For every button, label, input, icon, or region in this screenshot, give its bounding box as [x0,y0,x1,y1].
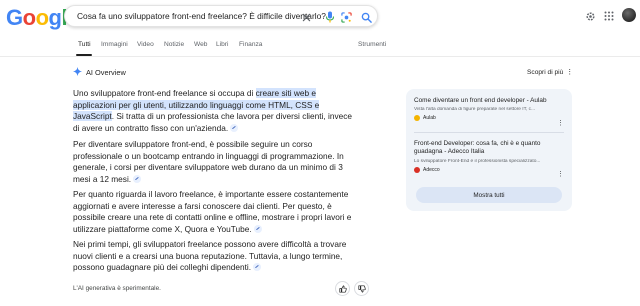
logo-letter: o [22,5,36,30]
search-input[interactable]: Cosa fa uno sviluppatore front-end freel… [77,11,326,21]
source-site: Adecco [414,166,564,173]
header: Google Cosa fa uno sviluppatore front-en… [0,0,640,36]
tab-web[interactable]: Web [194,41,207,48]
source-title[interactable]: Front-end Developer: cosa fa, chi è e qu… [414,140,564,157]
source-description: Vista l'alta domanda di figure preparate… [414,107,536,113]
overview-paragraph-2: Per diventare sviluppatore front-end, è … [73,139,358,185]
source-description: Lo sviluppatore Front-End è il professio… [414,158,541,164]
sparkle-icon [73,63,82,81]
paragraph-text: Nei primi tempi, gli sviluppatori freela… [73,239,347,273]
search-tabs: Tutti Immagini Video Notizie Web Libri F… [0,36,640,56]
mic-icon[interactable] [323,10,337,24]
learn-more-button[interactable]: Scopri di più ⋮ [527,68,574,77]
overview-paragraph-1: Uno sviluppatore front-end freelance si … [73,88,358,134]
link-icon[interactable] [133,174,142,183]
tab-video[interactable]: Video [137,41,154,48]
thumbs-up-icon [338,284,347,293]
show-all-button[interactable]: Mostra tutti [416,187,562,203]
settings-icon[interactable] [582,8,598,24]
paragraph-text: Uno sviluppatore front-end freelance si … [73,88,256,98]
thumbs-down-icon [357,284,366,293]
search-box[interactable]: Cosa fa uno sviluppatore front-end freel… [64,5,378,27]
tab-notizie[interactable]: Notizie [164,41,184,48]
aulab-favicon-icon [414,115,420,122]
more-vert-icon[interactable]: ⋮ [557,171,564,178]
more-vert-icon: ⋮ [566,69,574,76]
paragraph-text: Per quanto riguarda il lavoro freelance,… [73,189,352,234]
paragraph-text: . Si tratta di un professionista che lav… [73,111,352,133]
adecco-favicon-icon [414,166,420,173]
more-vert-icon[interactable]: ⋮ [557,120,564,127]
logo-letter: g [48,5,62,30]
logo-letter: G [6,5,23,30]
close-icon[interactable] [299,10,313,24]
search-icon[interactable] [359,10,373,24]
source-site-name: Aulab [423,115,436,122]
thumbs-up-button[interactable] [335,281,350,296]
apps-icon[interactable] [601,8,617,24]
avatar[interactable] [622,8,636,22]
tab-libri[interactable]: Libri [216,41,228,48]
tools-button[interactable]: Strumenti [358,41,386,48]
thumbs-down-button[interactable] [354,281,369,296]
logo-letter: o [35,5,49,30]
overview-paragraph-3: Per quanto riguarda il lavoro freelance,… [73,189,358,235]
source-item[interactable]: Front-end Developer: cosa fa, chi è e qu… [414,140,564,178]
source-site-name: Adecco [423,166,440,173]
tabs-divider [0,56,640,57]
disclaimer-text: L'AI generativa è sperimentale. [73,285,161,292]
link-icon[interactable] [253,263,262,272]
source-divider [414,132,564,133]
source-title[interactable]: Come diventare un front end developer - … [414,97,564,105]
lens-icon[interactable] [339,10,353,24]
link-icon[interactable] [230,123,239,132]
source-item[interactable]: Come diventare un front end developer - … [414,97,564,127]
ai-overview-header: AI Overview [73,66,126,78]
tab-finanza[interactable]: Finanza [239,41,262,48]
paragraph-text: Per diventare sviluppatore front-end, è … [73,139,344,184]
source-site: Aulab [414,115,564,122]
learn-more-label: Scopri di più [527,68,564,76]
tab-immagini[interactable]: Immagini [101,41,128,48]
tab-tutti[interactable]: Tutti [78,41,91,48]
ai-overview-title: AI Overview [86,67,126,77]
overview-paragraph-4: Nei primi tempi, gli sviluppatori freela… [73,239,358,274]
link-icon[interactable] [253,224,262,233]
